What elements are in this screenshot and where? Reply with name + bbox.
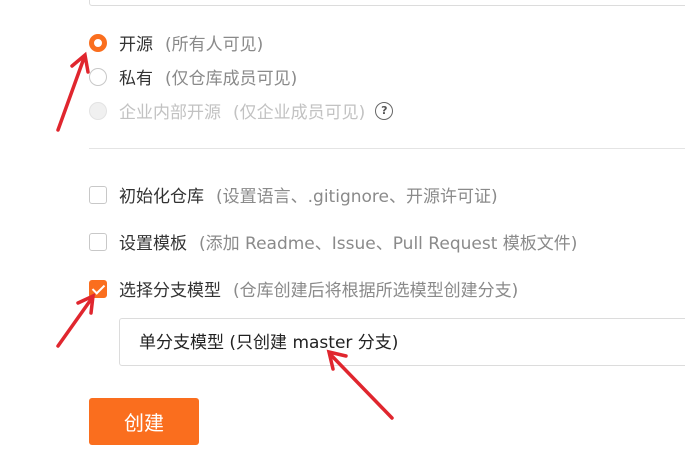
checkbox-option-init-repo[interactable]: 初始化仓库 (设置语言、.gitignore、开源许可证) — [89, 182, 498, 207]
radio-label-enterprise: 企业内部开源 — [119, 103, 221, 123]
radio-hint-enterprise: (仅企业成员可见) — [233, 103, 366, 123]
checkbox-init-repo[interactable] — [89, 185, 107, 204]
checkbox-option-branch-model[interactable]: 选择分支模型 (仓库创建后将根据所选模型创建分支) — [89, 276, 518, 301]
checkbox-option-template[interactable]: 设置模板 (添加 Readme、Issue、Pull Request 模板文件) — [89, 229, 577, 254]
checkbox-label-branch-model: 选择分支模型 — [119, 281, 221, 301]
checkbox-label-init-repo: 初始化仓库 — [119, 187, 204, 207]
radio-option-enterprise: 企业内部开源 (仅企业成员可见) ? — [89, 98, 394, 123]
radio-label-private: 私有 — [119, 69, 153, 89]
radio-enterprise — [89, 101, 107, 120]
branch-model-select[interactable]: 单分支模型 (只创建 master 分支) — [119, 318, 685, 366]
radio-option-open-source[interactable]: 开源 (所有人可见) — [89, 30, 263, 55]
checkbox-hint-branch-model: (仓库创建后将根据所选模型创建分支) — [233, 281, 519, 301]
radio-hint-private: (仅仓库成员可见) — [165, 69, 298, 89]
branch-model-selected-value: 单分支模型 (只创建 master 分支) — [139, 333, 399, 353]
checkbox-branch-model[interactable] — [89, 279, 107, 298]
annotation-arrow-checkbox — [56, 293, 96, 348]
radio-private[interactable] — [89, 67, 107, 86]
radio-open-source[interactable] — [89, 33, 107, 52]
checkbox-hint-init-repo: (设置语言、.gitignore、开源许可证) — [216, 187, 498, 207]
checkbox-hint-template: (添加 Readme、Issue、Pull Request 模板文件) — [199, 234, 578, 254]
radio-option-private[interactable]: 私有 (仅仓库成员可见) — [89, 64, 297, 89]
checkbox-template[interactable] — [89, 232, 107, 251]
radio-label-open-source: 开源 — [119, 35, 153, 55]
input-box-top[interactable] — [89, 0, 685, 6]
checkbox-label-template: 设置模板 — [119, 234, 187, 254]
radio-hint-open-source: (所有人可见) — [165, 35, 264, 55]
annotation-arrow-radio — [56, 51, 90, 132]
create-button[interactable]: 创建 — [89, 398, 199, 445]
divider — [89, 148, 685, 149]
question-circle-icon[interactable]: ? — [375, 101, 394, 120]
